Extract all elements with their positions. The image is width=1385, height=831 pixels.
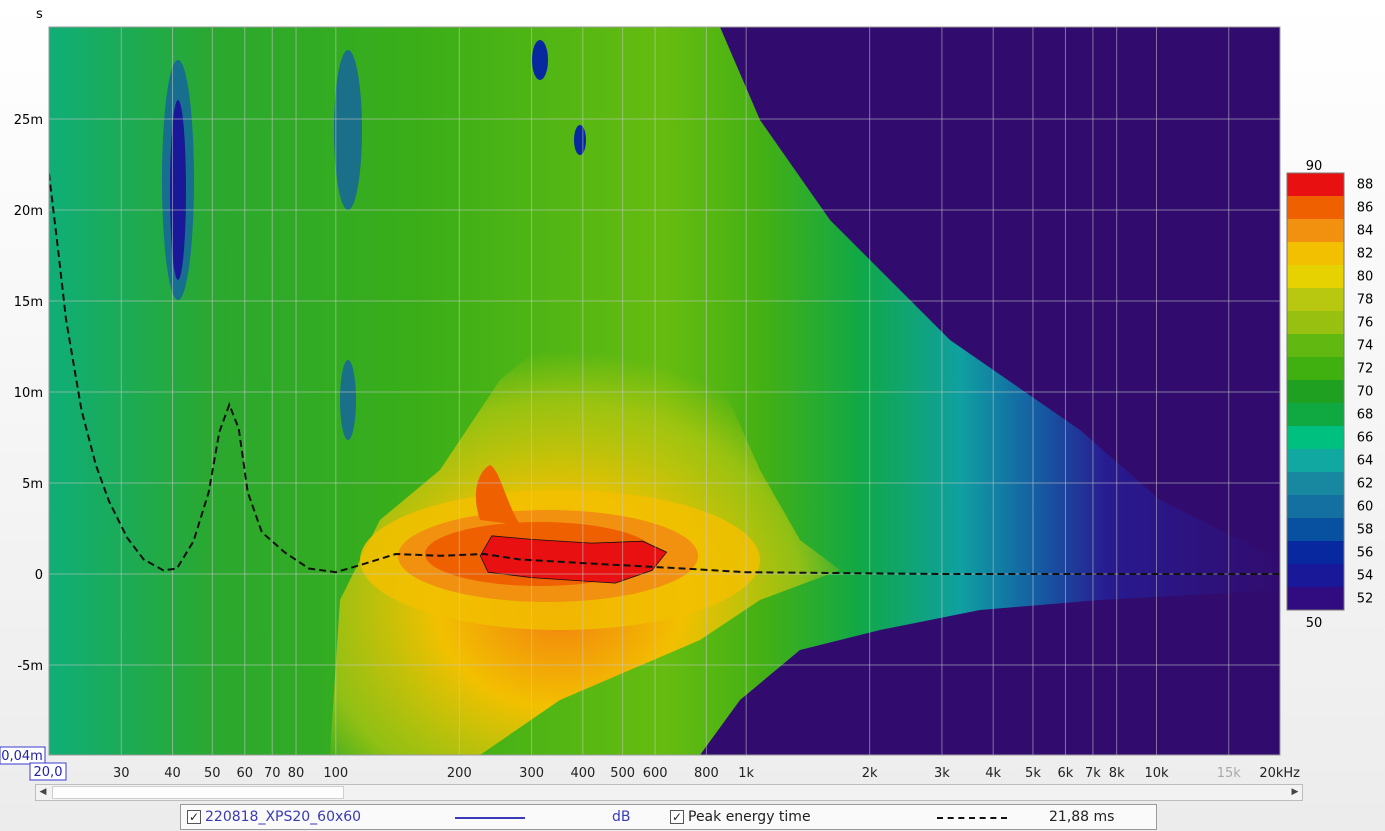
x-tick-label: 70 [264, 766, 281, 781]
y-tick-label: 20m [14, 204, 43, 219]
y-tick-labels: 25m 20m 15m 10m 5m 0 -5m [14, 113, 43, 674]
color-scale-level-label: 64 [1357, 454, 1374, 469]
x-tick-label: 5k [1025, 766, 1041, 781]
color-scale-band [1287, 495, 1344, 519]
y-tick-label: -5m [17, 659, 43, 674]
x-tick-label: 2k [862, 766, 878, 781]
x-tick-label: 8k [1109, 766, 1125, 781]
measurement-line-swatch [455, 817, 525, 819]
color-scale-level-label: 70 [1357, 385, 1374, 400]
spectrogram-chart[interactable]: s 25m20m15m10m5m0-5m 30 40 50 60 70 80 100 200 3… [0, 0, 1385, 831]
color-scale-level-label: 66 [1357, 431, 1374, 446]
measurement-unit: dB [612, 809, 631, 825]
color-scale-level-label: 58 [1357, 523, 1374, 538]
scroll-right-arrow-icon[interactable]: ▶ [1288, 785, 1302, 800]
x-tick-label: 15k [1217, 766, 1242, 781]
x-tick-label: 10k [1144, 766, 1169, 781]
measurement-checkbox[interactable]: ✓ [187, 810, 201, 824]
x-tick-label: 40 [164, 766, 181, 781]
cold-pocket-110b [340, 360, 356, 440]
x-tick-label: 300 [519, 766, 544, 781]
cold-pocket-300 [532, 40, 548, 80]
x-tick-label: 1k [738, 766, 754, 781]
y-tick-label: 25m [14, 113, 43, 128]
color-scale-level-label: 72 [1357, 362, 1374, 377]
x-tick-label: 30 [113, 766, 130, 781]
color-scale-band [1287, 472, 1344, 496]
color-scale-band [1287, 587, 1344, 611]
color-scale-band [1287, 196, 1344, 220]
color-scale-level-label: 74 [1357, 339, 1374, 354]
x-tick-label: 50 [204, 766, 221, 781]
color-scale-band [1287, 265, 1344, 289]
horizontal-scrollbar[interactable]: ◀ ▶ [35, 784, 1303, 801]
color-scale-level-label: 62 [1357, 477, 1374, 492]
x-tick-label: 600 [643, 766, 668, 781]
scroll-left-arrow-icon[interactable]: ◀ [36, 785, 50, 800]
color-scale-level-label: 68 [1357, 408, 1374, 423]
peak-energy-line-swatch [937, 817, 1007, 819]
y-tick-label: 10m [14, 386, 43, 401]
color-scale-level-label: 60 [1357, 500, 1374, 515]
color-scale-level-label: 76 [1357, 316, 1374, 331]
legend-bar: ✓ 220818_XPS20_60x60 dB ✓ Peak energy ti… [180, 804, 1157, 830]
color-scale: 88 86 84 82 80 78 76 74 72 70 68 66 64 62 60 58 56 54 52 [1286, 172, 1374, 611]
x-tick-label: 4k [985, 766, 1001, 781]
color-scale-band [1287, 311, 1344, 335]
y-range-start-label: 0,04m [1, 749, 43, 764]
color-scale-band [1287, 380, 1344, 404]
color-scale-level-label: 52 [1357, 592, 1374, 607]
color-scale-level-label: 84 [1357, 224, 1374, 239]
color-scale-max: 90 [1306, 159, 1323, 174]
color-scale-band [1287, 334, 1344, 358]
color-scale-level-label: 56 [1357, 546, 1374, 561]
x-tick-label: 20kHz [1259, 766, 1300, 781]
color-scale-band [1287, 541, 1344, 565]
color-scale-band [1287, 242, 1344, 266]
scroll-thumb[interactable] [52, 786, 344, 799]
color-scale-level-label: 54 [1357, 569, 1374, 584]
color-scale-level-label: 78 [1357, 293, 1374, 308]
measurement-name[interactable]: 220818_XPS20_60x60 [205, 809, 361, 825]
color-scale-band [1287, 357, 1344, 381]
y-tick-label: 0 [35, 568, 43, 583]
x-tick-label: 3k [934, 766, 950, 781]
x-tick-label: 80 [288, 766, 305, 781]
x-tick-label: 100 [323, 766, 348, 781]
y-tick-label: 5m [22, 477, 43, 492]
cold-pocket-380 [574, 125, 586, 155]
color-scale-band [1287, 288, 1344, 312]
color-scale-band [1287, 173, 1344, 197]
peak-energy-label[interactable]: Peak energy time [688, 809, 811, 825]
color-scale-level-label: 86 [1357, 201, 1374, 216]
x-range-start-label: 20,0 [34, 765, 63, 780]
color-scale-band [1287, 426, 1344, 450]
x-tick-label: 200 [447, 766, 472, 781]
x-tick-label: 60 [237, 766, 254, 781]
x-tick-label: 500 [610, 766, 635, 781]
y-tick-label: 15m [14, 295, 43, 310]
y-unit-label: s [36, 7, 43, 22]
color-scale-band [1287, 219, 1344, 243]
color-scale-level-label: 88 [1357, 178, 1374, 193]
color-scale-level-label: 82 [1357, 247, 1374, 262]
x-tick-label: 6k [1058, 766, 1074, 781]
x-tick-label: 7k [1085, 766, 1101, 781]
color-scale-band [1287, 518, 1344, 542]
peak-energy-checkbox[interactable]: ✓ [670, 810, 684, 824]
x-tick-labels: 30 40 50 60 70 80 100 200 300 400 500 600 800 1k 2k 3k 4… [113, 766, 1300, 781]
color-scale-level-label: 80 [1357, 270, 1374, 285]
x-tick-label: 400 [570, 766, 595, 781]
color-scale-min: 50 [1306, 616, 1323, 631]
peak-energy-value: 21,88 ms [1049, 809, 1115, 825]
color-scale-band [1287, 564, 1344, 588]
color-scale-band [1287, 403, 1344, 427]
x-tick-label: 800 [694, 766, 719, 781]
color-scale-band [1287, 449, 1344, 473]
cold-pocket-110 [334, 50, 362, 210]
